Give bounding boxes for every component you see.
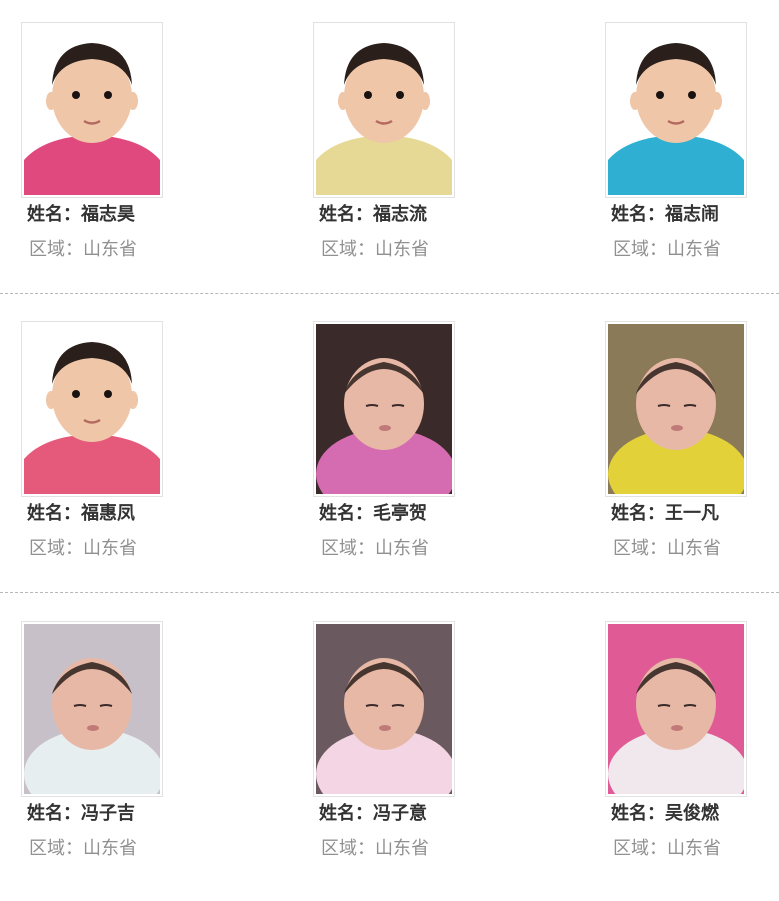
- child-name-line[interactable]: 姓名：冯子意: [319, 803, 479, 825]
- child-name-line[interactable]: 姓名：福志闹: [611, 204, 771, 226]
- child-photo: [24, 324, 160, 494]
- child-name-line[interactable]: 姓名：福志流: [319, 204, 479, 226]
- region-label: 区域：: [321, 538, 375, 559]
- region-label: 区域：: [613, 538, 667, 559]
- region-label: 区域：: [29, 838, 83, 859]
- child-name-line[interactable]: 姓名：毛亭贺: [319, 503, 479, 525]
- child-name: 福志流: [373, 204, 427, 225]
- child-card[interactable]: 姓名：福志流区域：山东省: [313, 22, 473, 282]
- child-name-line[interactable]: 姓名：福志昊: [27, 204, 187, 226]
- child-photo: [316, 324, 452, 494]
- name-label: 姓名：: [319, 803, 373, 824]
- child-card[interactable]: 姓名：福志昊区域：山东省: [21, 22, 181, 282]
- child-name: 毛亭贺: [373, 503, 427, 524]
- child-name-line[interactable]: 姓名：王一凡: [611, 503, 771, 525]
- row-divider: [0, 293, 779, 294]
- name-label: 姓名：: [611, 803, 665, 824]
- child-region: 山东省: [667, 239, 721, 260]
- gallery-row: 姓名：福惠凤 区域：山东省 姓名：毛亭贺 区域：山东省 姓名：王一凡 区域：山东省: [0, 321, 779, 601]
- region-label: 区域：: [29, 538, 83, 559]
- child-name-line[interactable]: 姓名：吴俊燃: [611, 803, 771, 825]
- child-photo-link[interactable]: [313, 22, 455, 198]
- child-card[interactable]: 姓名：王一凡区域：山东省: [605, 321, 765, 581]
- child-region-line: 区域：山东省: [29, 838, 189, 860]
- child-region: 山东省: [375, 239, 429, 260]
- child-region: 山东省: [667, 538, 721, 559]
- region-label: 区域：: [613, 838, 667, 859]
- child-name-line[interactable]: 姓名：冯子吉: [27, 803, 187, 825]
- child-region-line: 区域：山东省: [321, 239, 481, 261]
- name-label: 姓名：: [319, 503, 373, 524]
- child-photo: [316, 25, 452, 195]
- gallery-row: 姓名：冯子吉 区域：山东省 姓名：冯子意 区域：山东省 姓名：吴俊燃 区域：山东省: [0, 621, 779, 901]
- child-photo-link[interactable]: [313, 321, 455, 497]
- region-label: 区域：: [321, 239, 375, 260]
- child-card[interactable]: 姓名：福惠凤区域：山东省: [21, 321, 181, 581]
- child-photo: [608, 324, 744, 494]
- child-photo-link[interactable]: [605, 22, 747, 198]
- child-name: 福志闹: [665, 204, 719, 225]
- child-card[interactable]: 姓名：吴俊燃区域：山东省: [605, 621, 765, 881]
- child-photo-link[interactable]: [605, 621, 747, 797]
- child-region: 山东省: [375, 538, 429, 559]
- child-region: 山东省: [375, 838, 429, 859]
- child-card[interactable]: 姓名：毛亭贺区域：山东省: [313, 321, 473, 581]
- name-label: 姓名：: [27, 204, 81, 225]
- child-photo: [608, 25, 744, 195]
- region-label: 区域：: [321, 838, 375, 859]
- child-region-line: 区域：山东省: [613, 838, 773, 860]
- child-photo: [24, 25, 160, 195]
- gallery-row: 姓名：福志昊 区域：山东省 姓名：福志流 区域：山东省 姓名：福志闹 区域：山东省: [0, 22, 779, 302]
- child-photo-link[interactable]: [21, 621, 163, 797]
- child-photo-link[interactable]: [605, 321, 747, 497]
- child-region-line: 区域：山东省: [321, 538, 481, 560]
- child-photo-link[interactable]: [21, 321, 163, 497]
- child-name: 冯子吉: [81, 803, 135, 824]
- child-region-line: 区域：山东省: [613, 538, 773, 560]
- region-label: 区域：: [29, 239, 83, 260]
- child-region: 山东省: [83, 538, 137, 559]
- name-label: 姓名：: [611, 503, 665, 524]
- child-region-line: 区域：山东省: [29, 538, 189, 560]
- child-card[interactable]: 姓名：冯子吉区域：山东省: [21, 621, 181, 881]
- child-region-line: 区域：山东省: [613, 239, 773, 261]
- child-region: 山东省: [83, 239, 137, 260]
- name-label: 姓名：: [319, 204, 373, 225]
- child-card[interactable]: 姓名：冯子意区域：山东省: [313, 621, 473, 881]
- child-name: 福志昊: [81, 204, 135, 225]
- child-region: 山东省: [667, 838, 721, 859]
- child-region-line: 区域：山东省: [321, 838, 481, 860]
- name-label: 姓名：: [27, 503, 81, 524]
- child-name: 吴俊燃: [665, 803, 719, 824]
- name-label: 姓名：: [611, 204, 665, 225]
- child-photo-link[interactable]: [313, 621, 455, 797]
- name-label: 姓名：: [27, 803, 81, 824]
- child-photo-link[interactable]: [21, 22, 163, 198]
- child-name: 福惠凤: [81, 503, 135, 524]
- child-photo: [608, 624, 744, 794]
- child-name-line[interactable]: 姓名：福惠凤: [27, 503, 187, 525]
- child-region: 山东省: [83, 838, 137, 859]
- region-label: 区域：: [613, 239, 667, 260]
- child-name: 冯子意: [373, 803, 427, 824]
- child-photo: [316, 624, 452, 794]
- child-card[interactable]: 姓名：福志闹区域：山东省: [605, 22, 765, 282]
- child-region-line: 区域：山东省: [29, 239, 189, 261]
- row-divider: [0, 592, 779, 593]
- child-photo: [24, 624, 160, 794]
- child-name: 王一凡: [665, 503, 719, 524]
